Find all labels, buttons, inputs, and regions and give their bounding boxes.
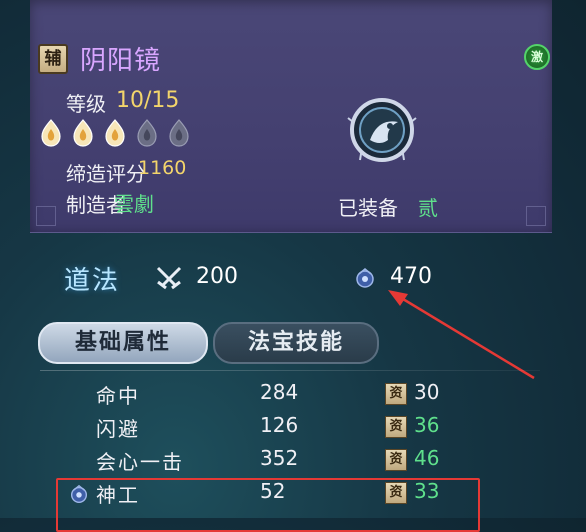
- equipped-label: 已装备: [338, 196, 398, 220]
- tab-basic-attributes[interactable]: 基础属性: [38, 322, 208, 364]
- flame-star-lit-icon: [41, 119, 61, 147]
- attribute-row: 命中 284 资 30: [40, 378, 540, 410]
- attribute-value: 284: [260, 380, 299, 404]
- activate-icon[interactable]: 激: [524, 44, 550, 70]
- flame-star-lit-icon: [73, 119, 93, 147]
- flame-star-lit-icon: [105, 119, 125, 147]
- attribute-value: 126: [260, 413, 299, 437]
- attribute-name: 命中: [96, 384, 140, 408]
- attribute-name: 会心一击: [96, 450, 184, 474]
- equipped-value: 贰: [418, 196, 438, 220]
- score-label: 缔造评分: [66, 162, 146, 186]
- item-type-badge: 辅: [38, 44, 68, 74]
- aptitude-value: 30: [414, 380, 440, 404]
- annotation-highlight-box: [56, 478, 480, 532]
- attack-value: 200: [196, 264, 238, 289]
- stat-type-label: 道法: [64, 266, 121, 296]
- tab-treasure-skills[interactable]: 法宝技能: [213, 322, 379, 364]
- defense-value: 470: [390, 264, 432, 289]
- aptitude-badge: 资: [385, 383, 407, 405]
- flame-star-empty-icon: [137, 119, 157, 147]
- aptitude-value: 36: [414, 413, 440, 437]
- attribute-name: 闪避: [96, 417, 140, 441]
- spirit-defense-icon: [356, 268, 374, 288]
- attribute-value: 352: [260, 446, 299, 470]
- item-name: 阴阳镜: [80, 46, 162, 76]
- star-rating: [38, 118, 192, 148]
- score-value: 1160: [138, 157, 187, 179]
- divider: [40, 370, 540, 371]
- aptitude-badge: 资: [385, 449, 407, 471]
- attribute-row: 闪避 126 资 36: [40, 411, 540, 443]
- aptitude-badge: 资: [385, 416, 407, 438]
- level-label: 等级: [66, 92, 106, 116]
- corner-ornament-left: [36, 206, 56, 226]
- maker-value: 雲劇: [114, 192, 154, 216]
- crossed-swords-icon: [156, 266, 182, 290]
- corner-ornament-right: [526, 206, 546, 226]
- aptitude-value: 46: [414, 446, 440, 470]
- level-value: 10/15: [116, 88, 180, 113]
- attribute-row: 会心一击 352 资 46: [40, 444, 540, 476]
- yin-yang-mirror-icon: [347, 98, 417, 162]
- flame-star-empty-icon: [169, 119, 189, 147]
